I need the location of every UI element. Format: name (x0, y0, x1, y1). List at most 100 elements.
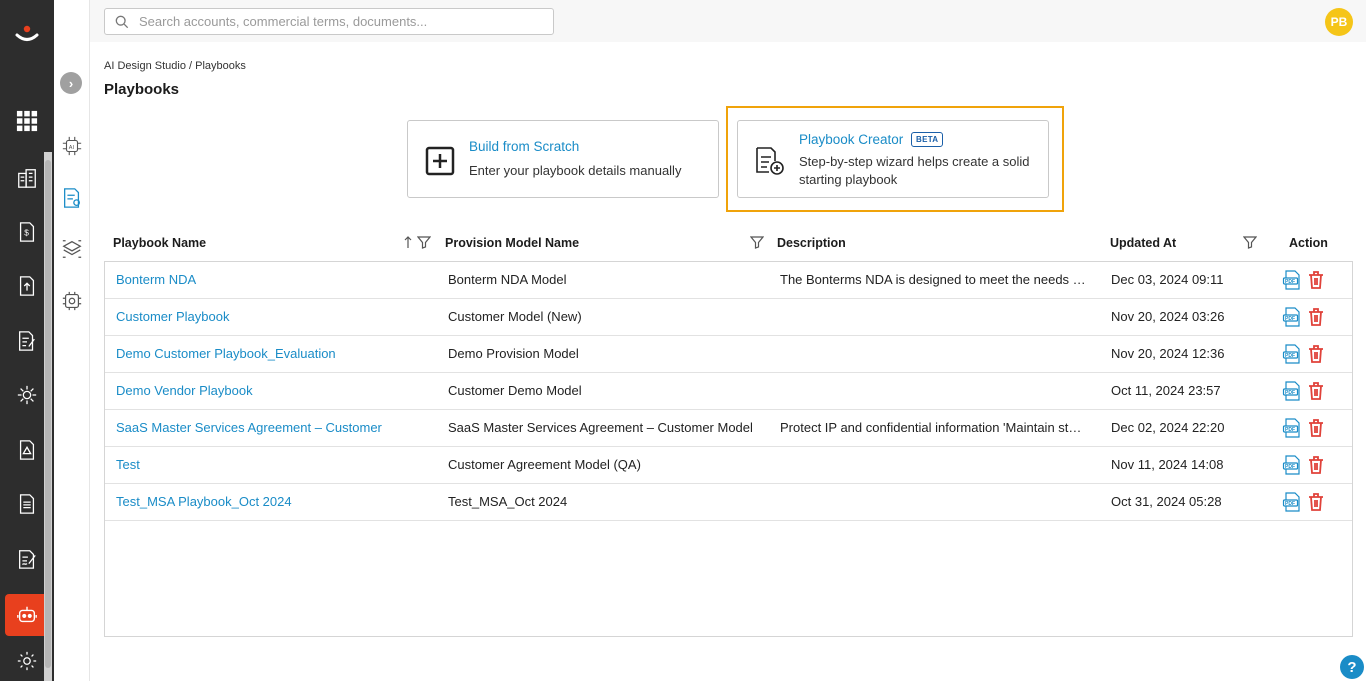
table-body: Bonterm NDA Bonterm NDA Model The Bonterms… (104, 262, 1353, 637)
pdf-icon[interactable]: PDF (1282, 344, 1302, 364)
provision-model-cell: SaaS Master Services Agreement – Custome… (448, 420, 753, 435)
table-header: Playbook Name Provision Model Name Descr… (104, 230, 1353, 262)
updated-at-cell: Dec 02, 2024 22:20 (1111, 420, 1225, 435)
table-row[interactable]: Bonterm NDA Bonterm NDA Model The Bonterms… (105, 262, 1352, 299)
provision-model-cell: Customer Model (New) (448, 309, 582, 324)
svg-text:AI: AI (69, 145, 75, 151)
build-from-scratch-title[interactable]: Build from Scratch (469, 139, 579, 154)
table-row[interactable]: Customer Playbook Customer Model (New) Nov… (105, 299, 1352, 336)
updated-at-cell: Dec 03, 2024 09:11 (1111, 272, 1224, 287)
trash-icon[interactable] (1306, 455, 1326, 475)
pdf-icon[interactable]: PDF (1282, 418, 1302, 438)
playbook-name-link[interactable]: Demo Customer Playbook_Evaluation (116, 346, 441, 361)
help-icon[interactable]: ? (1340, 655, 1364, 679)
provision-model-cell: Customer Agreement Model (QA) (448, 457, 641, 472)
trash-icon[interactable] (1306, 270, 1326, 290)
gear-network-icon[interactable] (14, 382, 40, 408)
updated-at-cell: Oct 11, 2024 23:57 (1111, 383, 1221, 398)
svg-text:$: $ (24, 229, 29, 238)
provision-model-cell: Customer Demo Model (448, 383, 582, 398)
table-row[interactable]: Demo Customer Playbook_Evaluation Demo Pr… (105, 336, 1352, 373)
breadcrumb: AI Design Studio / Playbooks (104, 60, 246, 72)
top-bar: PB (90, 0, 1366, 42)
upload-doc-icon[interactable] (14, 273, 40, 299)
playbook-creator-card[interactable]: Playbook Creator BETA Step-by-step wizar… (737, 120, 1049, 198)
search-icon (105, 15, 139, 29)
warning-doc-icon[interactable] (14, 437, 40, 463)
page-title: Playbooks (104, 81, 180, 98)
col-header-provision-model[interactable]: Provision Model Name (445, 236, 579, 250)
edit-doc-icon[interactable] (14, 328, 40, 354)
doc-add-icon (754, 145, 786, 177)
sort-arrow-icon[interactable] (401, 235, 415, 249)
trash-icon[interactable] (1306, 381, 1326, 401)
nav-scrollbar-thumb[interactable] (45, 160, 51, 668)
ai-chip-icon[interactable]: AI (60, 134, 84, 158)
avatar[interactable]: PB (1325, 8, 1353, 36)
plus-square-icon (424, 145, 456, 177)
trash-icon[interactable] (1306, 492, 1326, 512)
beta-badge: BETA (911, 132, 944, 147)
updated-at-cell: Oct 31, 2024 05:28 (1111, 494, 1222, 509)
updated-at-cell: Nov 20, 2024 12:36 (1111, 346, 1225, 361)
search-box[interactable] (104, 8, 554, 35)
col-header-updated-at[interactable]: Updated At (1110, 236, 1176, 250)
updated-at-cell: Nov 20, 2024 03:26 (1111, 309, 1225, 324)
build-from-scratch-card[interactable]: Build from Scratch Enter your playbook d… (407, 120, 719, 198)
robot-icon[interactable] (5, 594, 49, 636)
table-row[interactable]: Test_MSA Playbook_Oct 2024 Test_MSA_Oct 2… (105, 484, 1352, 521)
secondary-nav: › AI (54, 0, 90, 681)
grid-icon[interactable] (14, 108, 40, 134)
svg-text:PDF: PDF (1285, 501, 1295, 507)
trash-icon[interactable] (1306, 307, 1326, 327)
provision-model-cell: Bonterm NDA Model (448, 272, 567, 287)
description-cell: The Bonterms NDA is designed to meet the… (780, 272, 1086, 287)
filter-icon[interactable] (749, 235, 765, 249)
svg-text:PDF: PDF (1285, 279, 1295, 285)
svg-text:PDF: PDF (1285, 464, 1295, 470)
playbook-name-link[interactable]: SaaS Master Services Agreement – Custome… (116, 420, 441, 435)
table-row[interactable]: Demo Vendor Playbook Customer Demo Model O… (105, 373, 1352, 410)
svg-text:PDF: PDF (1285, 390, 1295, 396)
filter-icon[interactable] (1242, 235, 1258, 249)
layers-icon[interactable] (60, 237, 84, 261)
table-row[interactable]: Test Customer Agreement Model (QA) Nov 11,… (105, 447, 1352, 484)
nav-scrollbar[interactable] (44, 152, 52, 681)
updated-at-cell: Nov 11, 2024 14:08 (1111, 457, 1224, 472)
playbook-creator-title[interactable]: Playbook Creator (799, 132, 903, 147)
logo-icon[interactable] (12, 20, 42, 50)
signature-doc-icon[interactable] (14, 546, 40, 572)
table-row[interactable]: SaaS Master Services Agreement – Custome… (105, 410, 1352, 447)
pdf-icon[interactable]: PDF (1282, 455, 1302, 475)
filter-icon[interactable] (416, 235, 432, 249)
building-icon[interactable] (14, 165, 40, 191)
pdf-icon[interactable]: PDF (1282, 492, 1302, 512)
dollar-doc-icon[interactable]: $ (14, 219, 40, 245)
svg-text:PDF: PDF (1285, 316, 1295, 322)
pdf-icon[interactable]: PDF (1282, 307, 1302, 327)
col-header-description[interactable]: Description (777, 236, 846, 250)
build-from-scratch-desc: Enter your playbook details manually (469, 163, 682, 178)
pdf-icon[interactable]: PDF (1282, 381, 1302, 401)
gear-icon[interactable] (14, 648, 40, 674)
search-input[interactable] (139, 14, 539, 29)
playbook-name-link[interactable]: Demo Vendor Playbook (116, 383, 441, 398)
doc-list-icon[interactable] (14, 491, 40, 517)
col-header-playbook-name[interactable]: Playbook Name (113, 236, 206, 250)
main-nav-rail: $ (0, 0, 54, 681)
chip-gear-icon[interactable] (60, 289, 84, 313)
playbook-name-link[interactable]: Test_MSA Playbook_Oct 2024 (116, 494, 441, 509)
trash-icon[interactable] (1306, 418, 1326, 438)
app-root: $ › AI Search accounts, commercial terms… (0, 0, 1366, 681)
trash-icon[interactable] (1306, 344, 1326, 364)
chevron-right-icon[interactable]: › (60, 72, 82, 94)
playbook-name-link[interactable]: Bonterm NDA (116, 272, 441, 287)
svg-text:PDF: PDF (1285, 427, 1295, 433)
pdf-icon[interactable]: PDF (1282, 270, 1302, 290)
playbook-creator-desc: Step-by-step wizard helps create a solid… (799, 154, 1030, 187)
playbook-doc-icon[interactable] (60, 186, 84, 210)
playbook-name-link[interactable]: Customer Playbook (116, 309, 441, 324)
provision-model-cell: Test_MSA_Oct 2024 (448, 494, 568, 509)
description-cell: Protect IP and confidential information … (780, 420, 1082, 435)
playbook-name-link[interactable]: Test (116, 457, 441, 472)
